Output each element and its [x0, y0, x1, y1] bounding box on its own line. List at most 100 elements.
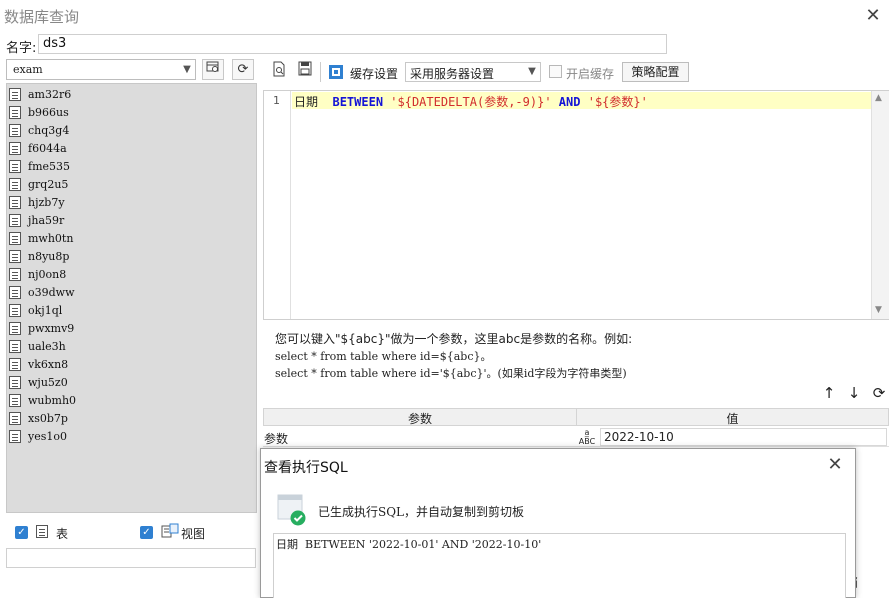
list-item[interactable]: nj0on8	[9, 265, 66, 283]
scroll-down-icon[interactable]: ▼	[875, 305, 882, 315]
move-down-button[interactable]: ↓	[845, 384, 863, 402]
table-name: wubmh0	[28, 393, 77, 407]
table-name: grq2u5	[28, 177, 69, 191]
refresh-icon: ⟳	[237, 62, 249, 77]
header-param: 参数	[407, 412, 432, 426]
table-name: wju5z0	[28, 375, 68, 389]
list-item[interactable]: chq3g4	[9, 121, 69, 139]
sql-column: 日期	[294, 95, 319, 109]
table-icon	[9, 105, 21, 119]
sql-code-line[interactable]: 日期 BETWEEN '${DATEDELTA(参数,-9)}' AND '${…	[294, 93, 648, 110]
table-name: f6044a	[28, 141, 67, 155]
editor-scrollbar[interactable]: ▲ ▼	[871, 91, 889, 319]
sql-keyword-and: AND	[558, 95, 581, 109]
list-item[interactable]: b966us	[9, 103, 69, 121]
cache-mode-value: 采用服务器设置	[410, 67, 495, 81]
executed-sql-text: 日期 BETWEEN '2022-10-01' AND '2022-10-10'	[276, 538, 542, 551]
list-item[interactable]: o39dww	[9, 283, 75, 301]
line-gutter: 1	[264, 91, 291, 319]
list-item[interactable]: n8yu8p	[9, 247, 69, 265]
list-item[interactable]: uale3h	[9, 337, 66, 355]
table-icon	[9, 123, 21, 137]
list-item[interactable]: yes1o0	[9, 427, 67, 445]
executed-sql-textarea[interactable]: 日期 BETWEEN '2022-10-01' AND '2022-10-10'	[273, 533, 846, 598]
table-icon	[9, 249, 21, 263]
policy-config-button[interactable]: 策略配置	[622, 62, 689, 82]
list-item[interactable]: wju5z0	[9, 373, 68, 391]
name-input[interactable]: ds3	[38, 34, 667, 54]
list-item[interactable]: hjzb7y	[9, 193, 65, 211]
toolbar-separator	[320, 62, 321, 82]
dialog-title: 查看执行SQL	[264, 460, 348, 476]
scroll-up-icon[interactable]: ▲	[875, 93, 882, 103]
table-name: b966us	[28, 105, 69, 119]
table-name: fme535	[28, 159, 71, 173]
table-icon	[9, 141, 21, 155]
database-select[interactable]: exam ▼	[6, 59, 196, 80]
dialog-close-button[interactable]: ✕	[823, 453, 847, 477]
table-icon	[9, 375, 21, 389]
title-bar: 数据库查询 ✕	[0, 0, 896, 32]
table-name: pwxmv9	[28, 321, 75, 335]
view-checkbox[interactable]: ✓	[140, 526, 153, 539]
table-icon	[9, 357, 21, 371]
list-item[interactable]: jha59r	[9, 211, 64, 229]
move-up-button[interactable]: ↑	[820, 384, 838, 402]
list-item[interactable]: f6044a	[9, 139, 67, 157]
enable-cache-checkbox[interactable]	[549, 65, 562, 78]
header-value: 值	[726, 412, 739, 426]
list-item[interactable]: vk6xn8	[9, 355, 68, 373]
abc-text-type-icon[interactable]: a̲ ABC	[575, 427, 599, 447]
list-item[interactable]: pwxmv9	[9, 319, 74, 337]
query-button[interactable]	[268, 61, 290, 82]
table-icon	[9, 411, 21, 425]
table-name: n8yu8p	[28, 249, 70, 263]
close-window-button[interactable]: ✕	[862, 5, 884, 27]
table-icon	[9, 303, 21, 317]
table-checkbox-label: 表	[56, 527, 69, 541]
table-header: 参数 值	[263, 408, 889, 426]
list-item[interactable]: wubmh0	[9, 391, 76, 409]
list-item[interactable]: grq2u5	[9, 175, 68, 193]
preview-table-button[interactable]	[202, 59, 224, 80]
view-checkbox-label: 视图	[181, 527, 206, 541]
list-item[interactable]: mwh0tn	[9, 229, 73, 247]
cache-settings-label: 缓存设置	[350, 67, 399, 81]
param-name: 参数	[264, 432, 289, 446]
table-name: jha59r	[28, 213, 65, 227]
database-select-value: exam	[13, 63, 43, 76]
refresh-params-button[interactable]: ⟳	[870, 384, 888, 402]
help-line-1: 您可以键入"${abc}"做为一个参数，这里abc是参数的名称。例如:	[275, 332, 633, 346]
window-title: 数据库查询	[4, 8, 80, 26]
help-line-3: select * from table where id='${abc}'。(如…	[275, 367, 627, 380]
table-icon	[9, 429, 21, 443]
save-button[interactable]	[294, 61, 316, 82]
table-row[interactable]: 参数 a̲ ABC 2022-10-10	[263, 427, 889, 447]
table-name: vk6xn8	[28, 357, 69, 371]
table-name: o39dww	[28, 285, 75, 299]
param-value-input[interactable]: 2022-10-10	[600, 428, 887, 446]
sql-editor[interactable]: 1 日期 BETWEEN '${DATEDELTA(参数,-9)}' AND '…	[263, 90, 889, 320]
cache-mode-select[interactable]: 采用服务器设置 ▼	[405, 62, 541, 82]
table-list[interactable]: am32r6 b966us chq3g4 f6044a fme535 grq2u5 hjzb…	[6, 83, 257, 513]
refresh-tables-button[interactable]: ⟳	[232, 59, 254, 80]
arrow-down-icon: ↓	[847, 384, 861, 402]
list-item[interactable]: okj1ql	[9, 301, 62, 319]
list-item[interactable]: xs0b7p	[9, 409, 68, 427]
table-name: xs0b7p	[28, 411, 68, 425]
list-item[interactable]: am32r6	[9, 85, 71, 103]
parameter-help: 您可以键入"${abc}"做为一个参数，这里abc是参数的名称。例如: sele…	[275, 331, 632, 382]
dialog-message: 已生成执行SQL，并自动复制到剪切板	[318, 505, 525, 519]
sql-keyword-between: BETWEEN	[332, 95, 384, 109]
table-name: am32r6	[28, 87, 72, 101]
table-name: okj1ql	[28, 303, 63, 317]
refresh-icon: ⟳	[872, 384, 886, 402]
table-icon	[9, 213, 21, 227]
table-filter-input[interactable]	[6, 548, 256, 568]
table-icon	[9, 195, 21, 209]
list-item[interactable]: fme535	[9, 157, 70, 175]
table-checkbox[interactable]: ✓	[15, 526, 28, 539]
table-icon	[9, 393, 21, 407]
table-icon	[9, 321, 21, 335]
table-name: nj0on8	[28, 267, 67, 281]
